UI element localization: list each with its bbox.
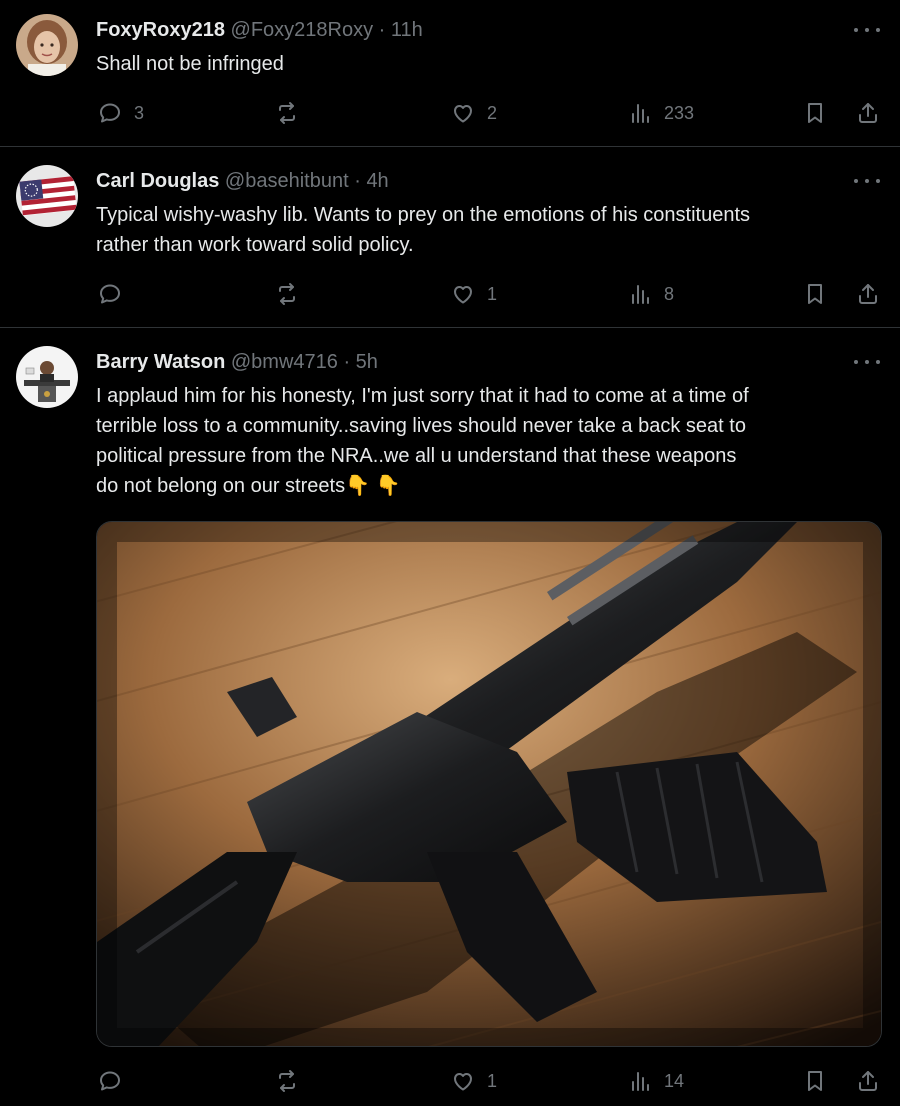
reply-icon [100, 284, 120, 304]
views-count: 14 [664, 1070, 685, 1091]
views-button[interactable]: 8 [628, 282, 674, 306]
repost-icon [279, 1070, 295, 1092]
share-button[interactable] [856, 101, 880, 125]
timestamp[interactable]: 5h [356, 351, 378, 373]
timestamp[interactable]: 11h [391, 19, 423, 41]
bookmark-button[interactable] [803, 282, 827, 306]
display-name[interactable]: FoxyRoxy218 [96, 19, 225, 41]
handle[interactable]: @Foxy218Roxy [231, 19, 374, 41]
repost-button[interactable] [275, 101, 311, 125]
more-icon[interactable] [854, 352, 880, 372]
post-header: FoxyRoxy218 @Foxy218Roxy · 11h [96, 18, 423, 42]
post-header: Carl Douglas @basehitbunt · 4h [96, 169, 389, 193]
display-name[interactable]: Barry Watson [96, 351, 225, 373]
handle[interactable]: @basehitbunt [225, 170, 349, 192]
post-text-line: Typical wishy-washy lib. Wants to prey o… [96, 204, 750, 226]
post-text: I applaud him for his honesty, I'm just … [96, 381, 886, 501]
more-icon[interactable] [854, 20, 880, 40]
repost-icon [279, 102, 295, 124]
bookmark-icon [808, 1071, 822, 1091]
views-count: 8 [664, 283, 675, 304]
share-icon [859, 284, 877, 304]
views-button[interactable]: 233 [628, 101, 694, 125]
share-icon [859, 103, 877, 123]
share-button[interactable] [856, 282, 880, 306]
bookmark-icon [808, 284, 822, 304]
timestamp[interactable]: 4h [366, 170, 388, 192]
views-icon [632, 104, 649, 123]
avatar[interactable] [16, 346, 78, 408]
heart-icon [454, 105, 472, 123]
bookmark-button[interactable] [803, 101, 827, 125]
handle[interactable]: @bmw4716 [231, 351, 338, 373]
like-count: 1 [487, 1070, 498, 1091]
like-count: 1 [487, 283, 498, 304]
reply-button[interactable] [98, 1069, 134, 1093]
like-count: 2 [487, 102, 498, 123]
share-icon [859, 1071, 877, 1091]
post-text-line: terrible loss to a community..saving liv… [96, 415, 746, 437]
post-carl-douglas[interactable]: Carl Douglas @basehitbunt · 4h Typical w… [0, 147, 900, 327]
views-count: 233 [664, 102, 695, 123]
like-button[interactable]: 1 [451, 1069, 497, 1093]
reply-count: 3 [134, 102, 145, 123]
post-text-line: I applaud him for his honesty, I'm just … [96, 385, 749, 407]
repost-button[interactable] [275, 1069, 311, 1093]
bookmark-icon [808, 103, 822, 123]
post-text-line: Shall not be infringed [96, 53, 284, 75]
post-text-line: rather than work toward solid policy. [96, 234, 414, 256]
reply-button[interactable]: 3 [98, 101, 144, 125]
post-text: Typical wishy-washy lib. Wants to prey o… [96, 200, 886, 260]
reply-icon [100, 1071, 120, 1091]
reply-button[interactable] [98, 282, 134, 306]
views-button[interactable]: 14 [628, 1069, 684, 1093]
repost-icon [279, 283, 295, 305]
like-button[interactable]: 2 [451, 101, 497, 125]
post-foxyroxy[interactable]: FoxyRoxy218 @Foxy218Roxy · 11h Shall not… [0, 0, 900, 146]
repost-button[interactable] [275, 282, 311, 306]
post-text-line: do not belong on our streets👇 👇 [96, 475, 401, 497]
post-image[interactable] [96, 521, 882, 1047]
reply-icon [100, 103, 120, 123]
more-icon[interactable] [854, 171, 880, 191]
heart-icon [454, 286, 472, 304]
views-icon [632, 1072, 649, 1091]
separator: · [337, 351, 356, 373]
avatar[interactable] [16, 165, 78, 227]
like-button[interactable]: 1 [451, 282, 497, 306]
heart-icon [454, 1073, 472, 1091]
avatar[interactable] [16, 14, 78, 76]
share-button[interactable] [856, 1069, 880, 1093]
bookmark-button[interactable] [803, 1069, 827, 1093]
display-name[interactable]: Carl Douglas [96, 170, 219, 192]
separator: · [373, 19, 391, 41]
post-header: Barry Watson @bmw4716 · 5h [96, 350, 378, 374]
post-text: Shall not be infringed [96, 49, 886, 79]
views-icon [632, 285, 649, 304]
separator: · [348, 170, 367, 192]
post-text-line: political pressure from the NRA..we all … [96, 445, 737, 467]
